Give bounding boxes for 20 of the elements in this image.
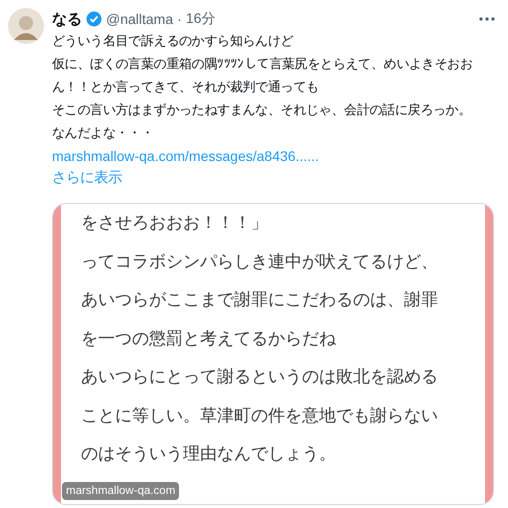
tweet-text: そこの言い方はまずかったねすまんな、それじゃ、会計の話に戻ろっか。 (52, 102, 472, 120)
separator: · (177, 11, 182, 27)
image-text: ことに等しい。草津町の件を意地でも謝らない (81, 404, 439, 428)
image-text: を一つの懲罰と考えてるからだね (81, 328, 337, 350)
avatar[interactable] (8, 8, 44, 44)
image-text: あいつらにとって謝るというのは敗北を認める (81, 366, 439, 389)
user-handle[interactable]: @nalltama (106, 11, 174, 27)
timestamp[interactable]: 16分 (186, 10, 216, 28)
source-label: marshmallow-qa.com (62, 482, 180, 500)
image-text: をさせろおおお！！！」 (81, 212, 269, 235)
tweet-text: 仮に、ぼくの言葉の重箱の隅ﾂﾂﾂﾝして言葉尻をとらえて、めいよきそおお (52, 56, 474, 74)
user-name[interactable]: なる (52, 10, 82, 28)
tweet-text: どういう名目で訴えるのかすら知らんけど (52, 33, 294, 51)
image-text: あいつらがここまで謝罪にこだわるのは、謝罪 (81, 289, 439, 312)
image-text: ってコラボシンパらしき連中が吠えてるけど、 (81, 250, 439, 274)
tweet-text: ん！！とか言ってきて、それが裁判で通っても (52, 79, 320, 97)
tweet-text: なんだよな・・・ (52, 125, 155, 143)
more-icon[interactable] (478, 16, 496, 22)
image-text: のはそういう理由なんでしょう。 (81, 443, 337, 466)
image-card[interactable]: をさせろおおお！！！」 ってコラボシンパらしき連中が吠えてるけど、 あいつらがここまで謝罪にこだわるのは、謝罪 を一つの懲罰と考えてるからだね あいつらにとって謝るというのは敗北を認める ことに等しい。草津町の件を意地でも謝らない のはそういう理由なんでしょう。 marshmallow-qa.com (52, 203, 494, 505)
